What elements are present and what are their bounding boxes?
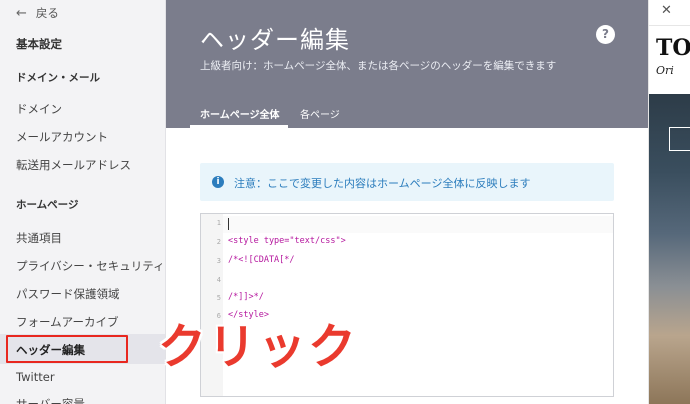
help-icon[interactable]: ? — [596, 25, 615, 44]
preview-logo-subtitle: Ori — [656, 64, 674, 77]
click-annotation: クリック — [158, 319, 359, 375]
preview-outline-button[interactable] — [669, 127, 690, 151]
preview-panel: ✕ TO Ori — [648, 0, 690, 404]
preview-logo: TO — [656, 35, 690, 61]
page-subtitle: 上級者向け：ホームページ全体、または各ページのヘッダーを編集できます — [200, 60, 557, 72]
sidebar-item-form-archive[interactable]: フォームアーカイブ — [16, 314, 118, 330]
sidebar-item-mail-account[interactable]: メールアカウント — [16, 129, 108, 145]
line-number: 5 — [216, 294, 221, 302]
back-label: 戻る — [35, 6, 59, 20]
highlight-box — [6, 335, 128, 363]
sidebar-item-domain[interactable]: ドメイン — [16, 101, 62, 117]
sidebar-item-twitter[interactable]: Twitter — [16, 370, 55, 384]
code-line: /*]]>*/ — [228, 292, 264, 302]
active-tab-indicator — [190, 125, 288, 128]
notice-text: 注意：ここで変更した内容はホームページ全体に反映します — [234, 177, 531, 190]
page-header: ヘッダー編集 上級者向け：ホームページ全体、または各ページのヘッダーを編集できま… — [166, 0, 648, 128]
sidebar-item-basic-settings[interactable]: 基本設定 — [16, 36, 62, 52]
line-number: 3 — [216, 257, 221, 265]
sidebar-item-forwarding[interactable]: 転送用メールアドレス — [16, 157, 131, 173]
info-icon: i — [212, 176, 224, 188]
sidebar-item-server-capacity[interactable]: サーバー容量 — [16, 396, 85, 404]
tab-homepage-all[interactable]: ホームページ全体 — [200, 106, 280, 121]
tab-each-page[interactable]: 各ページ — [300, 106, 340, 121]
text-cursor — [228, 218, 229, 230]
sidebar-item-common[interactable]: 共通項目 — [16, 230, 62, 246]
line-number: 1 — [216, 219, 221, 227]
close-icon[interactable]: ✕ — [661, 3, 672, 18]
sidebar-item-privacy[interactable]: プライバシー・セキュリティ — [16, 258, 165, 274]
notice-banner: i 注意：ここで変更した内容はホームページ全体に反映します — [200, 163, 614, 201]
code-line: /*<![CDATA[*/ — [228, 255, 295, 265]
line-number: 4 — [216, 276, 221, 284]
sidebar-section-domain-mail: ドメイン・メール — [16, 72, 100, 84]
active-line-highlight — [201, 216, 613, 233]
back-button[interactable]: ← 戻る — [16, 4, 59, 22]
code-line: <style type="text/css"> — [228, 236, 346, 246]
sidebar-section-homepage: ホームページ — [16, 199, 79, 211]
arrow-left-icon: ← — [16, 5, 27, 21]
sidebar-item-password[interactable]: パスワード保護領域 — [16, 286, 120, 302]
page-title: ヘッダー編集 — [200, 26, 350, 54]
line-number: 2 — [216, 238, 221, 246]
